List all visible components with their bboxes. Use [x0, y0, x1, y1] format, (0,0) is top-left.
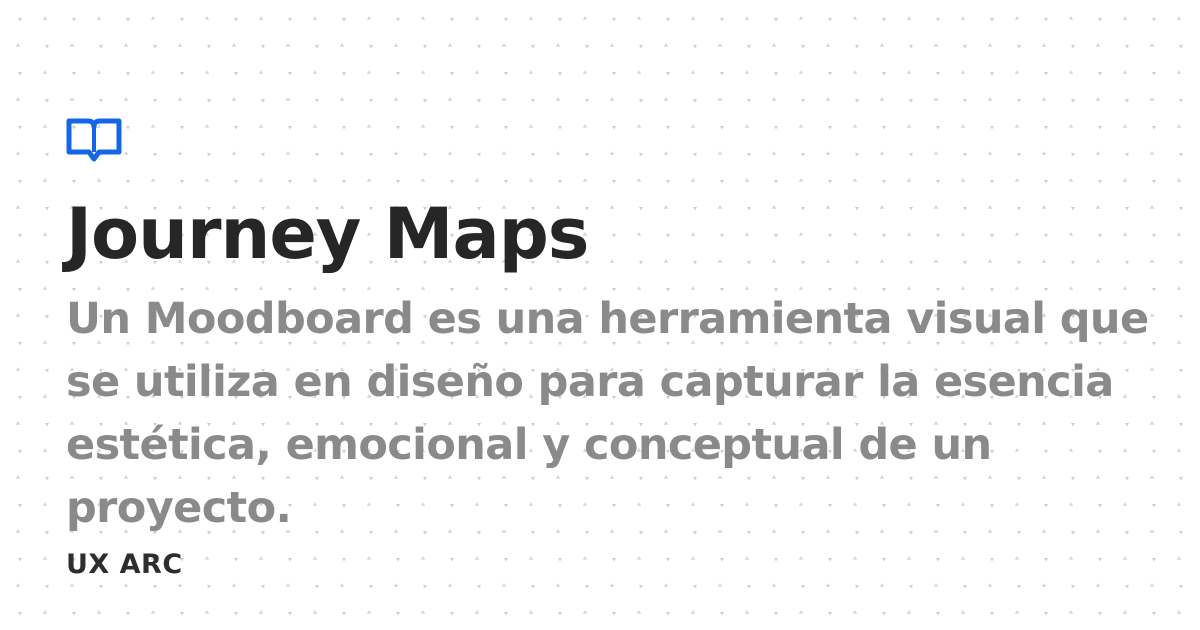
og-card-content: Journey Maps Un Moodboard es una herrami…: [66, 118, 1166, 582]
page-description: Un Moodboard es una herramienta visual q…: [66, 294, 1149, 533]
open-book-icon: [66, 118, 122, 162]
page-title: Journey Maps: [66, 193, 589, 275]
site-brand-name: UX ARC: [66, 549, 183, 580]
